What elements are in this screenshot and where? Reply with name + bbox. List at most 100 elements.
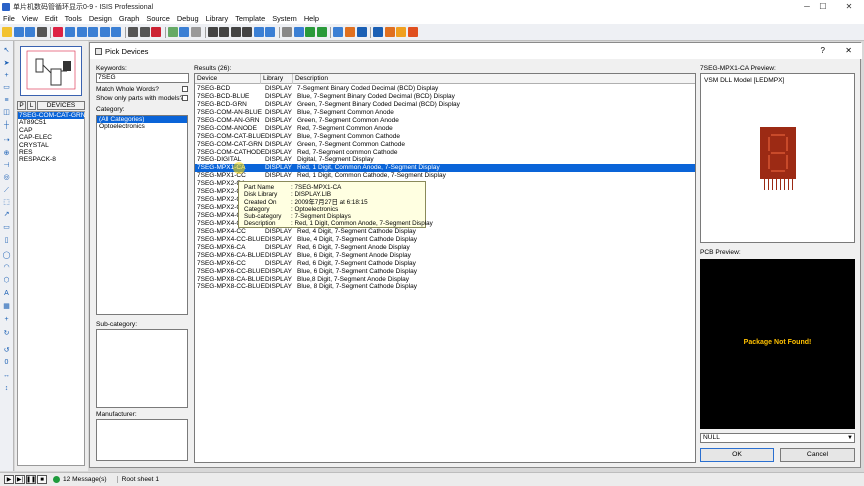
open-file-icon[interactable] (13, 27, 24, 37)
origin-icon[interactable] (88, 27, 99, 37)
category-item[interactable]: (All Categories) (97, 116, 187, 124)
block-rotate-icon[interactable] (253, 27, 264, 37)
overview-window[interactable] (20, 46, 82, 96)
tape-icon[interactable]: ◎ (2, 174, 11, 182)
pick-device-icon[interactable] (282, 27, 293, 37)
menu-system[interactable]: System (272, 14, 297, 23)
table-row[interactable]: 7SEG-MPX1-CC DISPLAY Red, 1 Digit, Common … (195, 172, 695, 180)
block-move-icon[interactable] (242, 27, 253, 37)
save-icon[interactable] (25, 27, 36, 37)
device-list-item[interactable]: AT89C51 (18, 119, 84, 126)
help-button[interactable]: ? (821, 43, 825, 59)
table-row[interactable]: 7SEG-MPX4-CC DISPLAY Red, 4 Digit, 7-Segme… (195, 228, 695, 236)
device-list-item[interactable]: RESPACK-8 (18, 156, 84, 163)
new-sheet-icon[interactable] (384, 27, 395, 37)
menu-source[interactable]: Source (146, 14, 169, 23)
angle-field[interactable]: ↔ (2, 372, 11, 380)
terminal-icon[interactable]: ⇢ (2, 137, 11, 145)
table-row[interactable]: 7SEG-COM-CAT-BLUE DISPLAY Blue, 7-Segment … (195, 133, 695, 141)
zoom-refresh-icon[interactable] (64, 27, 75, 37)
menu-design[interactable]: Design (89, 14, 112, 23)
block-copy-icon[interactable] (230, 27, 241, 37)
flip-horizontal-icon[interactable]: ↕ (2, 385, 11, 393)
table-row[interactable]: 7SEG-MPX6-CA-BLUE DISPLAY Blue, 6 Digit, 7… (195, 252, 695, 260)
packaging-icon[interactable] (305, 27, 316, 37)
graph-icon[interactable]: ⊣ (2, 162, 11, 170)
table-row[interactable]: 7SEG-BCD DISPLAY 7-Segment Binary Coded De… (195, 85, 695, 93)
table-row[interactable]: 7SEG-MPX8-CA-BLUE DISPLAY Blue,8 Digit, 7-… (195, 276, 695, 284)
text-script-icon[interactable]: ≡ (2, 97, 11, 105)
menu-library[interactable]: Library (206, 14, 229, 23)
device-list-item[interactable]: CRYSTAL (18, 142, 84, 149)
menu-graph[interactable]: Graph (119, 14, 140, 23)
bus-icon[interactable]: ◫ (2, 109, 11, 117)
junction-icon[interactable]: + (2, 72, 11, 80)
print-icon[interactable] (36, 27, 47, 37)
block-delete-icon[interactable] (265, 27, 276, 37)
table-row[interactable]: 7SEG-COM-AN-BLUE DISPLAY Blue, 7-Segment C… (195, 109, 695, 117)
property-tool-icon[interactable] (356, 27, 367, 37)
redo-icon[interactable] (179, 27, 190, 37)
wire-autorouter-icon[interactable] (333, 27, 344, 37)
wire-label-icon[interactable]: ▭ (2, 84, 11, 92)
column-library[interactable]: Library (261, 74, 293, 84)
table-row[interactable]: 7SEG-BCD-BLUE DISPLAY Blue, 7-Segment Bina… (195, 93, 695, 101)
show-models-checkbox[interactable] (182, 95, 188, 101)
table-row[interactable]: 7SEG-MPX6-CC-BLUE DISPLAY Blue, 6 Digit, 7… (195, 268, 695, 276)
import-icon[interactable] (53, 27, 64, 37)
menu-view[interactable]: View (22, 14, 38, 23)
table-row[interactable]: 7SEG-BCD-GRN DISPLAY Green, 7-Segment Bina… (195, 101, 695, 109)
device-list-item[interactable]: 7SEG-COM-CAT-GRN (18, 112, 86, 120)
zoom-out-icon[interactable] (127, 27, 138, 37)
symbol-icon[interactable]: + (2, 316, 11, 324)
table-row[interactable]: 7SEG-MPX1-CA DISPLAY Red, 1 Digit, Common … (195, 164, 695, 173)
virtual-instrument-icon[interactable]: ▭ (2, 224, 11, 232)
cancel-button[interactable]: Cancel (780, 448, 855, 462)
path-icon[interactable]: A (2, 290, 11, 298)
menu-template[interactable]: Template (235, 14, 265, 23)
table-row[interactable]: 7SEG-COM-ANODE DISPLAY Red, 7-Segment Comm… (195, 125, 695, 133)
ok-button[interactable]: OK (700, 448, 774, 462)
zoom-all-icon[interactable] (139, 27, 150, 37)
paste-icon[interactable] (219, 27, 230, 37)
match-whole-words-checkbox[interactable] (182, 86, 188, 92)
keywords-input[interactable]: 7SEG (96, 73, 189, 83)
current-probe-icon[interactable]: ↗ (2, 211, 11, 219)
table-row[interactable]: 7SEG-COM-AN-GRN DISPLAY Green, 7-Segment C… (195, 117, 695, 125)
flip-vertical-icon[interactable] (2, 398, 11, 406)
device-list-item[interactable]: CAP (18, 127, 84, 134)
column-device[interactable]: Device (195, 74, 261, 84)
stop-button[interactable]: ■ (37, 475, 47, 484)
bom-icon[interactable] (396, 27, 407, 37)
component-mode-icon[interactable]: ➤ (2, 60, 11, 68)
subcircuit-icon[interactable]: ┼ (2, 122, 11, 130)
pause-button[interactable]: ❚❚ (26, 475, 36, 484)
menu-tools[interactable]: Tools (65, 14, 82, 23)
table-row[interactable]: 7SEG-MPX8-CC-BLUE DISPLAY Blue, 8 Digit, 7… (195, 283, 695, 291)
pick-from-library-button[interactable]: P (17, 101, 26, 110)
menu-debug[interactable]: Debug (177, 14, 199, 23)
arc-icon[interactable]: ⬡ (2, 277, 11, 285)
device-list[interactable]: 7SEG-COM-CAT-GRN AT89C51 CAP CAP-ELEC CRYSTA… (17, 111, 86, 466)
table-row[interactable]: 7SEG-MPX6-CC DISPLAY Red, 6 Digit, 7-Segme… (195, 260, 695, 268)
circle-icon[interactable]: ◠ (2, 264, 11, 272)
design-explorer-icon[interactable] (373, 27, 384, 37)
footprint-select[interactable]: NULL ▼ (700, 433, 855, 443)
menu-help[interactable]: Help (304, 14, 319, 23)
close-window-button[interactable]: ✕ (834, 0, 864, 13)
selection-mode-icon[interactable]: ↖ (2, 47, 11, 55)
rotate-ccw-icon[interactable]: 0 (2, 359, 11, 367)
play-button[interactable]: ▶ (4, 475, 14, 484)
subcategory-list[interactable] (96, 329, 188, 408)
message-count[interactable]: 12 Message(s) (53, 476, 107, 483)
line-icon[interactable]: ▯ (2, 237, 11, 245)
dialog-close-button[interactable]: ✕ (845, 43, 852, 59)
search-icon[interactable] (345, 27, 356, 37)
menu-edit[interactable]: Edit (45, 14, 58, 23)
zoom-in-icon[interactable] (111, 27, 122, 37)
manufacturer-list[interactable] (96, 419, 188, 461)
device-list-item[interactable]: RES (18, 149, 84, 156)
box-icon[interactable]: ◯ (2, 252, 11, 260)
table-row[interactable]: 7SEG-MPX4-CC-BLUE DISPLAY Blue, 4 Digit, 7… (195, 236, 695, 244)
table-row[interactable]: 7SEG-MPX6-CA DISPLAY Red, 6 Digit, 7-Segme… (195, 244, 695, 252)
